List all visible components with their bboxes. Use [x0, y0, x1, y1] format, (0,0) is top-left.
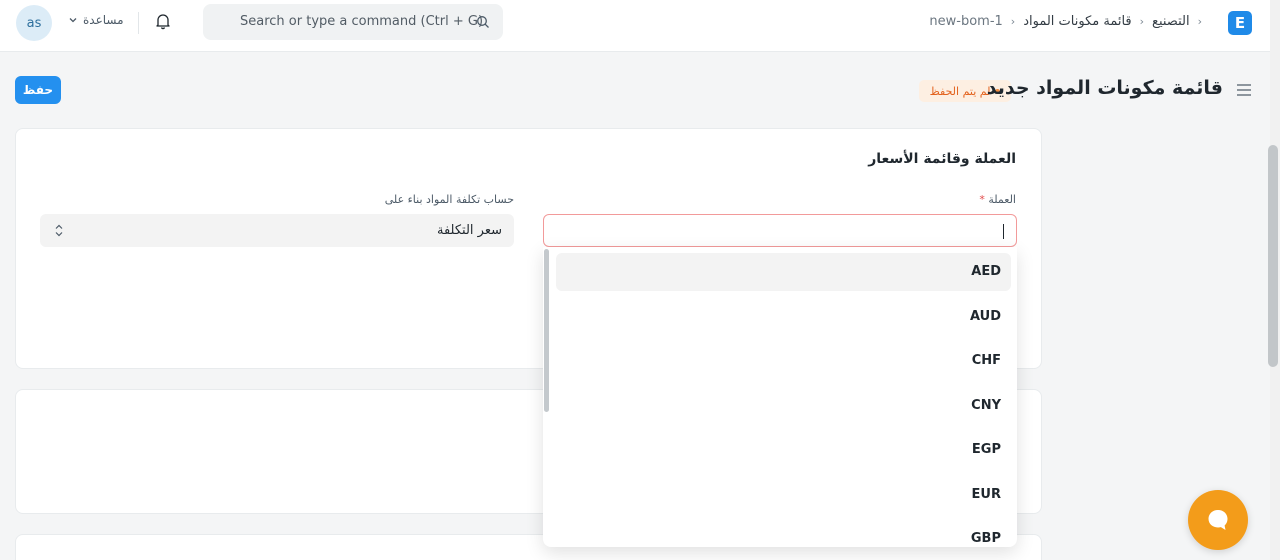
- breadcrumb-separator: ‹: [1010, 15, 1016, 28]
- search-icon: [477, 16, 489, 28]
- page-scrollbar-thumb[interactable]: [1268, 145, 1278, 367]
- dropdown-option[interactable]: EUR: [556, 476, 1011, 514]
- bell-icon[interactable]: [154, 12, 172, 30]
- currency-input[interactable]: [543, 214, 1017, 247]
- dropdown-option[interactable]: AED: [556, 253, 1011, 291]
- save-button[interactable]: حفظ: [15, 76, 61, 104]
- chat-icon: [1208, 510, 1228, 530]
- required-mark: *: [979, 193, 985, 206]
- rm-cost-select-value: سعر التكلفة: [437, 223, 502, 238]
- dropdown-option-label: CNY: [971, 398, 1001, 413]
- dropdown-option-label: EUR: [971, 487, 1001, 502]
- section-title: العملة وقائمة الأسعار: [868, 151, 1016, 167]
- breadcrumb-item-bom[interactable]: قائمة مكونات المواد: [1023, 14, 1131, 29]
- dropdown-option-label: AED: [971, 264, 1001, 279]
- help-menu[interactable]: مساعدة: [68, 13, 124, 27]
- dropdown-option[interactable]: GBP: [556, 520, 1011, 547]
- nav-divider: [138, 12, 139, 34]
- dropdown-option-label: GBP: [970, 531, 1001, 546]
- dropdown-option[interactable]: CNY: [556, 387, 1011, 425]
- breadcrumb-item-manufacturing[interactable]: التصنيع: [1152, 14, 1190, 29]
- page-title: قائمة مكونات المواد جديد: [986, 77, 1223, 99]
- search-placeholder: Search or type a command (Ctrl + G): [240, 14, 484, 29]
- status-badge-label: لم يتم الحفظ: [929, 84, 991, 98]
- chat-button[interactable]: [1188, 490, 1248, 550]
- navbar: as مساعدة Search or type a command (Ctrl…: [0, 0, 1270, 52]
- app-logo[interactable]: E: [1228, 11, 1252, 35]
- breadcrumb-item-current: new-bom-1: [929, 14, 1003, 29]
- currency-label: العملة *: [979, 193, 1016, 206]
- breadcrumb-separator: ‹: [1197, 15, 1202, 28]
- rm-cost-label: حساب تكلفة المواد بناء على: [384, 193, 514, 206]
- avatar[interactable]: as: [16, 5, 52, 41]
- search-bar[interactable]: Search or type a command (Ctrl + G): [203, 4, 503, 40]
- dropdown-option[interactable]: EGP: [556, 431, 1011, 469]
- dropdown-option[interactable]: AUD: [556, 298, 1011, 336]
- dropdown-option-label: AUD: [969, 309, 1001, 324]
- breadcrumb-separator: ‹: [1139, 15, 1145, 28]
- select-arrows-icon: [55, 224, 63, 237]
- text-caret: [1003, 224, 1004, 239]
- currency-label-text: العملة: [988, 193, 1016, 206]
- rm-cost-select[interactable]: سعر التكلفة: [40, 214, 514, 247]
- dropdown-option-label: CHF: [971, 353, 1001, 368]
- chevron-down-icon: [69, 18, 77, 23]
- dropdown-scrollbar[interactable]: [544, 249, 549, 412]
- breadcrumb: ‹ التصنيع ‹ قائمة مكونات المواد ‹ new-bo…: [929, 14, 1202, 29]
- hamburger-icon[interactable]: [1236, 83, 1252, 97]
- dropdown-option[interactable]: CHF: [556, 342, 1011, 380]
- dropdown-option-label: EGP: [971, 442, 1001, 457]
- currency-dropdown[interactable]: AED AUD CHF CNY EGP EUR GBP: [543, 247, 1017, 547]
- help-label: مساعدة: [83, 13, 124, 27]
